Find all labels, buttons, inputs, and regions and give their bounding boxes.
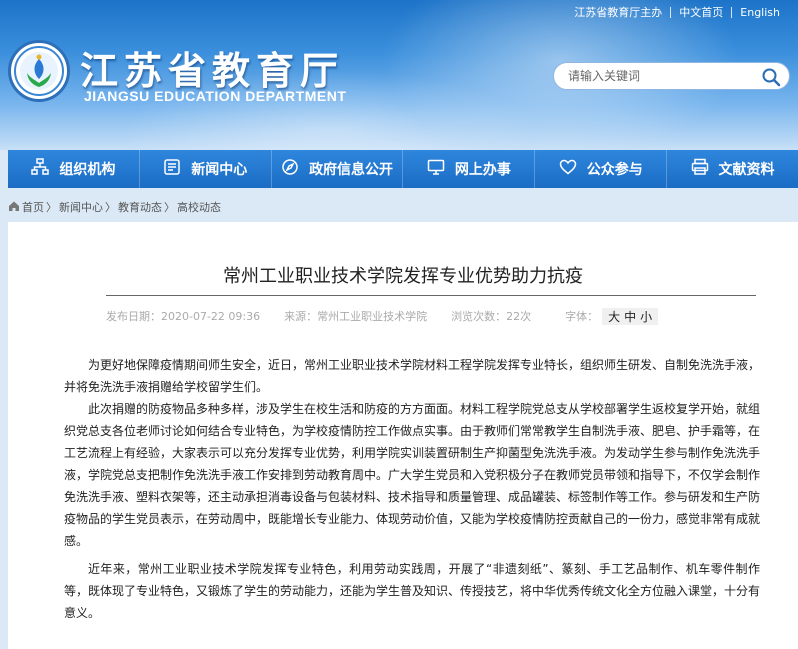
org-chart-icon	[31, 158, 59, 180]
printer-icon	[691, 158, 719, 180]
site-subtitle: JIANGSU EDUCATION DEPARTMENT	[84, 88, 347, 104]
main-nav: 组织机构 新闻中心 政府信息公开 网上办事 公众参与 文献资料	[8, 150, 798, 188]
article-meta: 发布日期：2020-07-22 09:36 来源：常州工业职业技术学院 浏览次数…	[106, 307, 756, 325]
nav-label: 网上办事	[454, 162, 511, 178]
article-panel: 常州工业职业技术学院发挥专业优势助力抗疫 发布日期：2020-07-22 09:…	[8, 222, 798, 649]
host-link[interactable]: 江苏省教育厅主办	[566, 4, 670, 20]
paragraph: 为更好地保障疫情期间师生安全，近日，常州工业职业技术学院材料工程学院发挥专业特长…	[64, 358, 761, 394]
chinese-home-link[interactable]: 中文首页	[671, 4, 731, 20]
nav-label: 公众参与	[586, 162, 643, 178]
nav-label: 政府信息公开	[309, 162, 394, 178]
nav-label: 新闻中心	[191, 162, 248, 178]
search-icon[interactable]	[761, 67, 781, 91]
font-size-switcher: 大 中 小	[602, 307, 659, 325]
nav-label: 组织机构	[59, 162, 116, 178]
breadcrumb-university-news[interactable]: 高校动态	[177, 199, 221, 215]
site-header: 江苏省教育厅主办 中文首页 English 江苏省教育厅 JIANGSU EDU…	[0, 0, 798, 150]
nav-item-public-participation[interactable]: 公众参与	[534, 150, 666, 188]
article-body: 为更好地保障疫情期间师生安全，近日，常州工业职业技术学院材料工程学院发挥专业特长…	[64, 354, 760, 624]
breadcrumb-edu-news[interactable]: 教育动态	[118, 199, 162, 215]
english-link[interactable]: English	[732, 6, 788, 19]
article-source: 来源：常州工业职业技术学院	[284, 310, 428, 323]
search-box	[553, 62, 790, 90]
font-large-button[interactable]: 大	[606, 308, 622, 325]
publish-date: 发布日期：2020-07-22 09:36	[106, 310, 261, 323]
news-icon	[163, 158, 191, 180]
font-size-label: 字体：	[565, 310, 599, 323]
font-medium-button[interactable]: 中	[622, 308, 638, 325]
nav-item-gov-info[interactable]: 政府信息公开	[270, 150, 403, 188]
breadcrumb-news[interactable]: 新闻中心	[59, 199, 103, 215]
nav-item-online-service[interactable]: 网上办事	[402, 150, 534, 188]
font-small-button[interactable]: 小	[638, 308, 654, 325]
nav-item-news[interactable]: 新闻中心	[138, 150, 271, 188]
search-input[interactable]	[568, 69, 758, 83]
monitor-icon	[427, 158, 455, 180]
site-title: 江苏省教育厅	[80, 49, 345, 93]
view-count: 浏览次数：22次	[451, 310, 532, 323]
title-divider	[106, 295, 756, 296]
logo-icon[interactable]	[8, 40, 70, 102]
heart-icon	[559, 158, 587, 180]
top-links: 江苏省教育厅主办 中文首页 English	[566, 3, 788, 21]
article-title: 常州工业职业技术学院发挥专业优势助力抗疫	[223, 266, 583, 287]
compass-icon	[281, 158, 309, 180]
paragraph: 近年来，常州工业职业技术学院发挥专业特色，利用劳动实践周，开展了“非遗刻纸”、篆…	[64, 562, 761, 620]
home-icon	[8, 200, 20, 215]
nav-item-org[interactable]: 组织机构	[8, 150, 139, 188]
nav-item-documents[interactable]: 文献资料	[666, 150, 798, 188]
nav-label: 文献资料	[718, 162, 775, 178]
breadcrumb-home[interactable]: 首页	[22, 199, 44, 215]
breadcrumb: 首页 〉 新闻中心 〉 教育动态 〉 高校动态	[8, 199, 223, 215]
paragraph: 此次捐赠的防疫物品多种多样，涉及学生在校生活和防疫的方方面面。材料工程学院党总支…	[64, 402, 761, 548]
